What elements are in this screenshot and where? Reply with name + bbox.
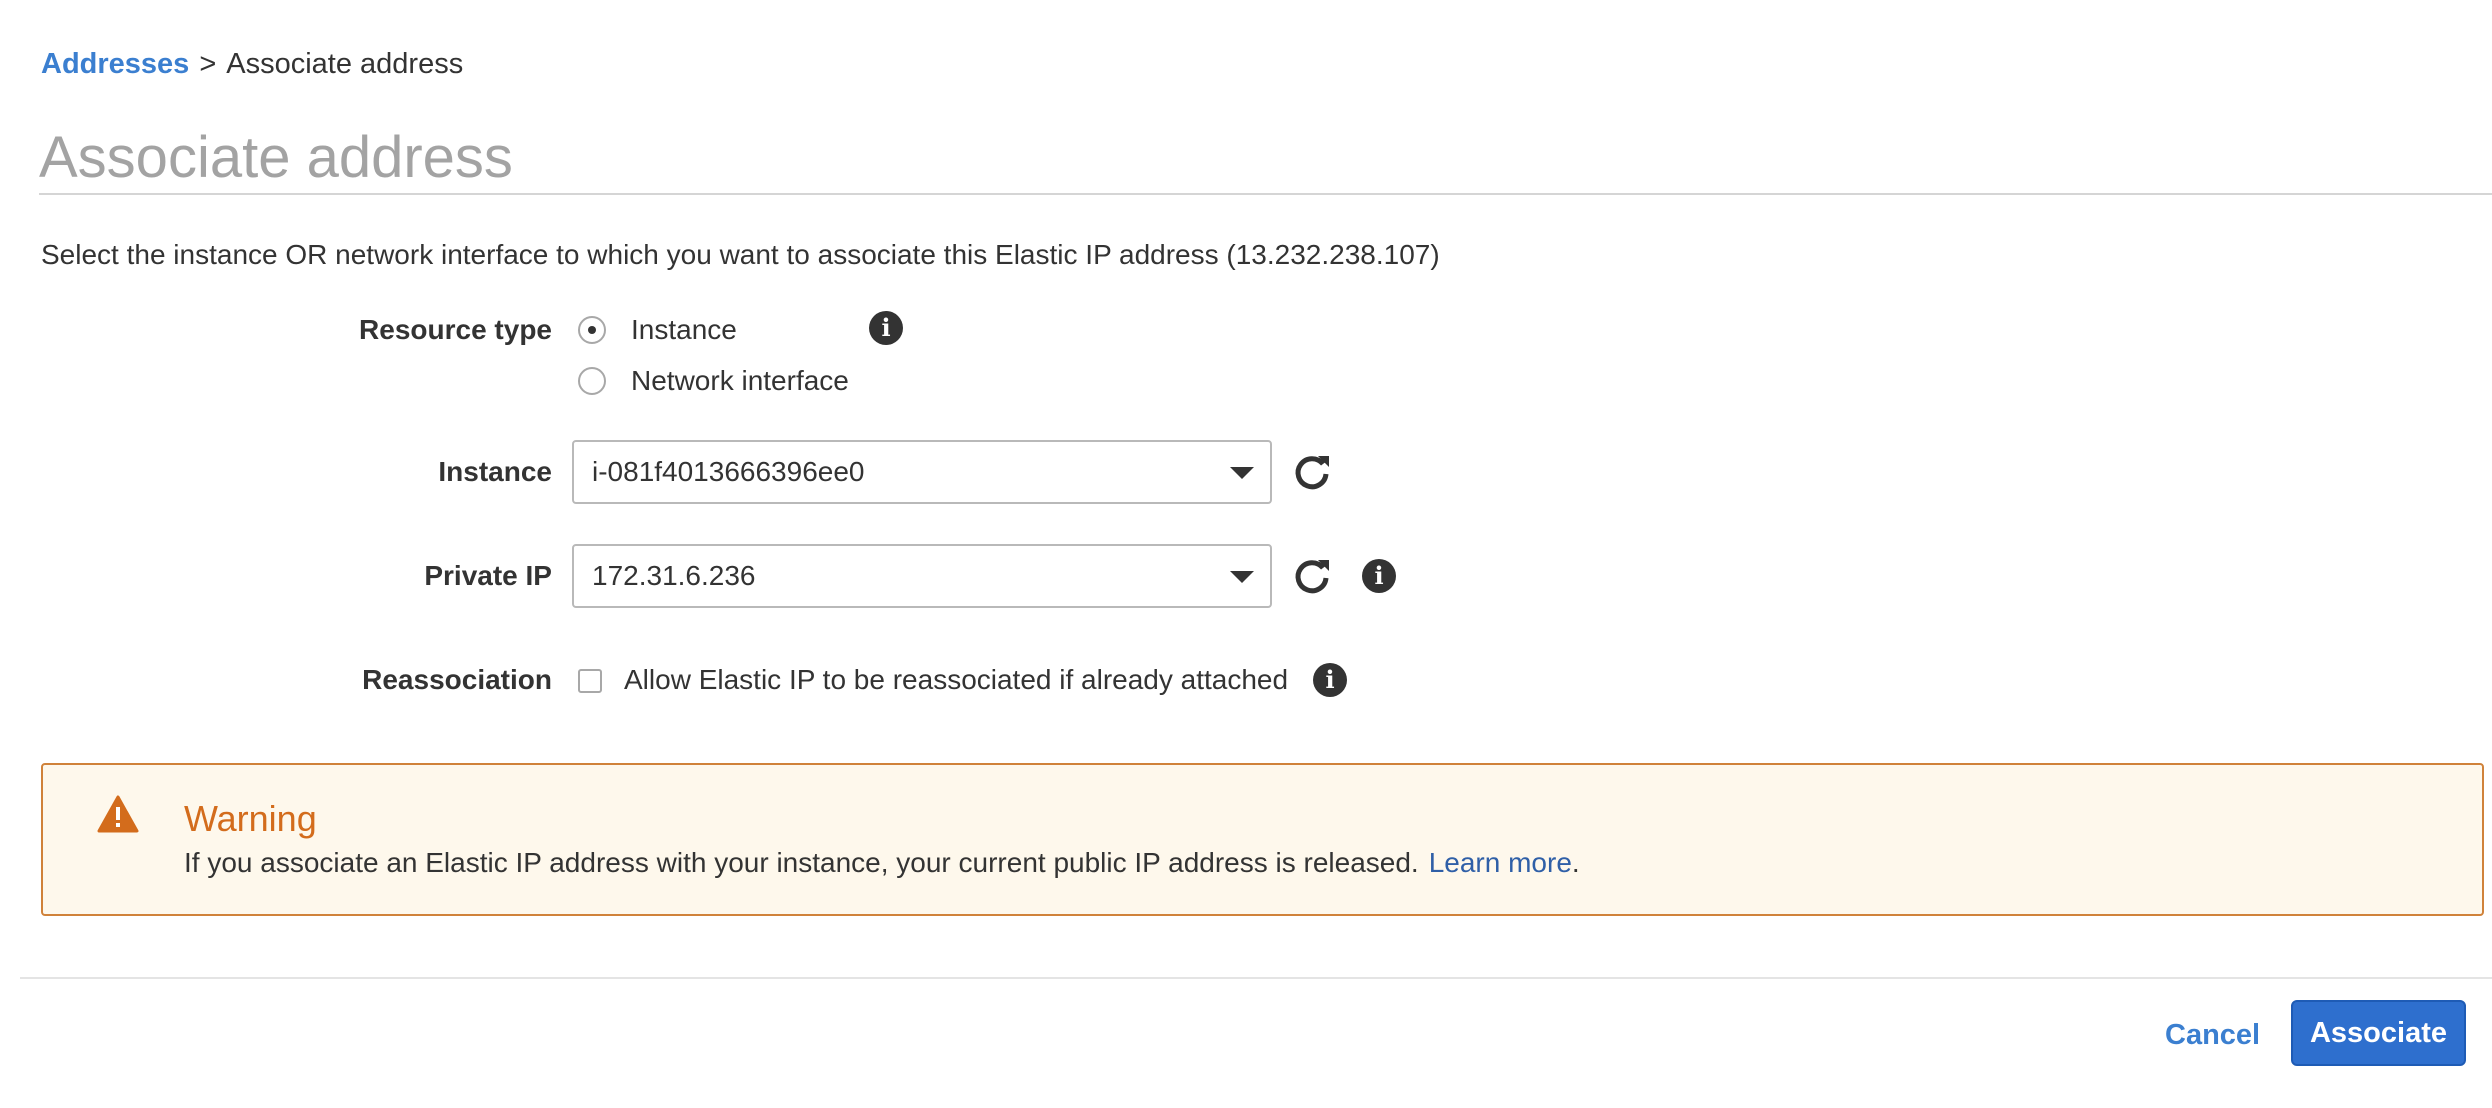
- warning-message: If you associate an Elastic IP address w…: [184, 845, 1580, 881]
- warning-triangle-icon: [97, 795, 139, 833]
- chevron-down-icon: [1230, 467, 1254, 479]
- footer-divider: [20, 977, 2492, 979]
- instance-select-value: i-081f4013666396ee0: [592, 456, 865, 487]
- chevron-down-icon: [1230, 571, 1254, 583]
- private-ip-label: Private IP: [424, 560, 552, 591]
- associate-button[interactable]: Associate: [2291, 1000, 2466, 1066]
- associate-address-page: Addresses > Associate address Associate ad…: [0, 0, 2492, 1108]
- network-interface-radio-label: Network interface: [631, 365, 849, 396]
- warning-alert: Warning If you associate an Elastic IP a…: [41, 763, 2484, 916]
- warning-trailing-period: .: [1571, 847, 1580, 878]
- breadcrumb-current: Associate address: [226, 48, 464, 80]
- private-ip-select[interactable]: 172.31.6.236: [572, 544, 1272, 608]
- private-ip-select-value: 172.31.6.236: [592, 560, 756, 591]
- page-title: Associate address: [39, 125, 513, 190]
- radio-option-instance[interactable]: Instance: [578, 312, 737, 348]
- instance-radio-label: Instance: [631, 314, 737, 345]
- reassociation-checkbox-label: Allow Elastic IP to be reassociated if a…: [624, 664, 1289, 695]
- intro-text: Select the instance OR network interface…: [41, 239, 1440, 270]
- breadcrumb-addresses-link[interactable]: Addresses: [41, 48, 189, 80]
- reassociation-label: Reassociation: [362, 664, 552, 695]
- title-divider: [39, 193, 2492, 195]
- private-ip-info-icon[interactable]: i: [1362, 559, 1396, 593]
- warning-title: Warning: [184, 798, 317, 839]
- breadcrumb: Addresses > Associate address: [41, 46, 463, 82]
- instance-refresh-icon[interactable]: [1292, 452, 1332, 492]
- instance-select[interactable]: i-081f4013666396ee0: [572, 440, 1272, 504]
- reassociation-info-icon[interactable]: i: [1313, 663, 1347, 697]
- cancel-button[interactable]: Cancel: [2165, 1017, 2260, 1053]
- resource-type-info-icon[interactable]: i: [869, 311, 903, 345]
- radio-option-network-interface[interactable]: Network interface: [578, 363, 849, 399]
- private-ip-refresh-icon[interactable]: [1292, 556, 1332, 596]
- breadcrumb-separator: >: [199, 48, 217, 80]
- resource-type-label: Resource type: [359, 314, 552, 345]
- warning-message-text: If you associate an Elastic IP address w…: [184, 847, 1419, 878]
- reassociation-checkbox[interactable]: [578, 669, 602, 693]
- learn-more-link[interactable]: Learn more: [1429, 847, 1572, 878]
- network-interface-radio[interactable]: [578, 367, 606, 395]
- instance-radio[interactable]: [578, 316, 606, 344]
- instance-label: Instance: [438, 456, 552, 487]
